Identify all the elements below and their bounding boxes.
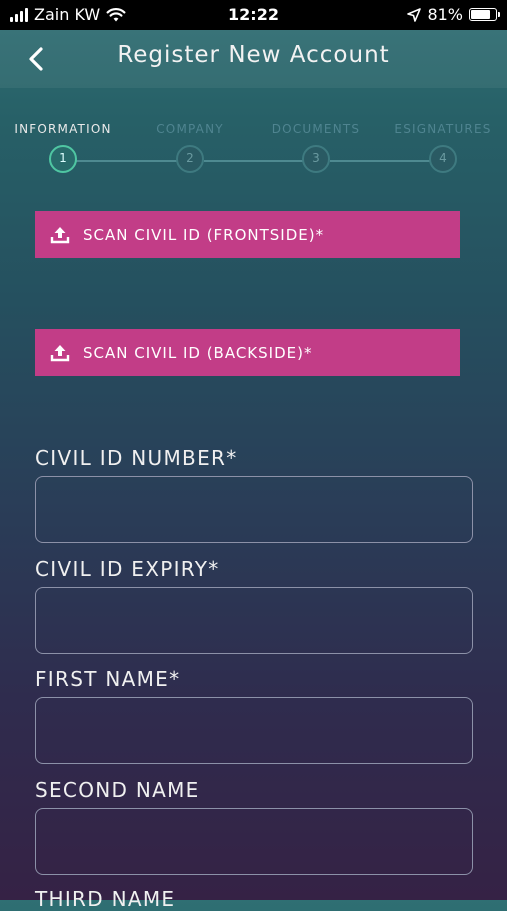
upload-icon (50, 344, 70, 361)
first-name-input[interactable] (35, 697, 473, 764)
civil-id-expiry-label: CIVIL ID EXPIRY* (35, 557, 220, 581)
scan-backside-label: SCAN CIVIL ID (BACKSIDE)* (83, 343, 313, 362)
civil-id-expiry-input[interactable] (35, 587, 473, 654)
battery-percent: 81% (427, 5, 463, 24)
page-title: Register New Account (117, 42, 390, 68)
upload-icon (50, 226, 70, 243)
scan-frontside-label: SCAN CIVIL ID (FRONTSIDE)* (83, 225, 325, 244)
second-name-input[interactable] (35, 808, 473, 875)
step-connector (76, 160, 190, 162)
scan-frontside-button[interactable]: SCAN CIVIL ID (FRONTSIDE)* (35, 211, 460, 258)
step-label-company: COMPANY (156, 122, 224, 136)
civil-id-number-label: CIVIL ID NUMBER* (35, 446, 238, 470)
step-connector (330, 160, 444, 162)
first-name-label: FIRST NAME* (35, 667, 181, 691)
nav-header: Register New Account (0, 30, 507, 88)
step-circle-2[interactable]: 2 (176, 145, 204, 173)
battery-fill (471, 10, 490, 19)
status-bar: Zain KW 12:22 81% (0, 0, 507, 30)
step-circle-4[interactable]: 4 (429, 145, 457, 173)
location-arrow-icon (407, 7, 422, 22)
step-label-information: INFORMATION (14, 122, 112, 136)
status-right: 81% (407, 5, 500, 24)
step-circle-1[interactable]: 1 (49, 145, 77, 173)
scan-backside-button[interactable]: SCAN CIVIL ID (BACKSIDE)* (35, 329, 460, 376)
second-name-label: SECOND NAME (35, 778, 200, 802)
progress-stepper: INFORMATION COMPANY DOCUMENTS ESIGNATURE… (0, 118, 507, 180)
step-circle-3[interactable]: 3 (302, 145, 330, 173)
step-label-documents: DOCUMENTS (271, 122, 361, 136)
step-connector (204, 160, 316, 162)
battery-icon (469, 8, 500, 21)
step-label-esignatures: ESIGNATURES (394, 122, 492, 136)
civil-id-number-input[interactable] (35, 476, 473, 543)
third-name-label: THIRD NAME (35, 887, 176, 911)
